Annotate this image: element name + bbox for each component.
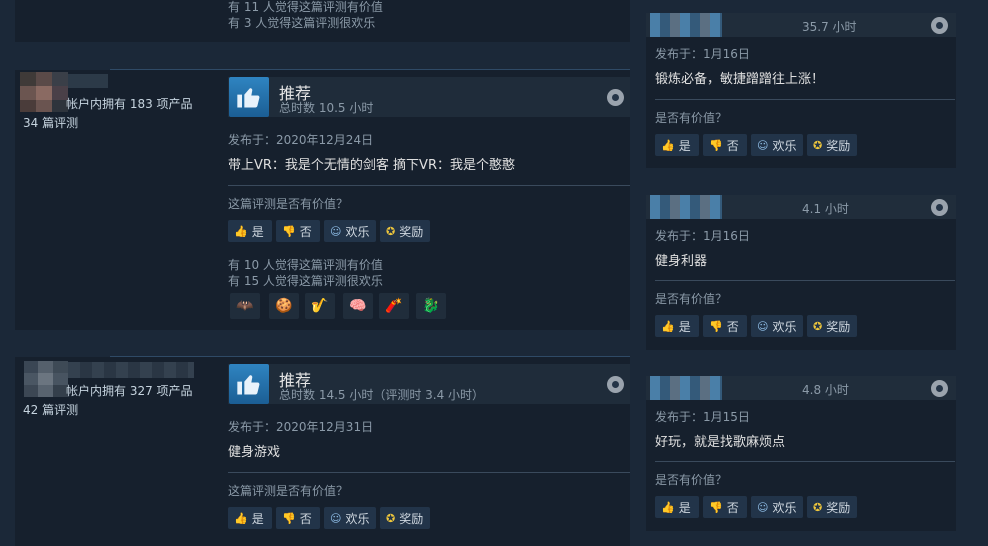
award-button[interactable]: ✪ 奖励 [807, 496, 857, 518]
vote-funny-button[interactable]: ☺ 欢乐 [324, 507, 376, 529]
award-icon: ✪ [813, 500, 823, 514]
received-award-icon[interactable]: 🧠 [343, 293, 373, 319]
thumbs-down-icon: 👎 [282, 511, 296, 525]
review-text: 好玩，就是找歌麻烦点 [655, 435, 786, 450]
received-award-icon[interactable]: 🐉 [416, 293, 446, 319]
funny-count: 有 15 人觉得这篇评测很欢乐 [228, 274, 383, 288]
vote-yes-button[interactable]: 👍 是 [655, 315, 699, 337]
playtime: 总时数 10.5 小时 [279, 101, 374, 115]
helpful-question: 是否有价值？ [655, 473, 728, 487]
author-name-blurred[interactable] [68, 74, 108, 88]
smile-icon: ☺ [757, 500, 769, 514]
vote-no-button[interactable]: 👎 否 [703, 315, 747, 337]
vote-no-button[interactable]: 👎 否 [703, 496, 747, 518]
review-text: 健身利器 [655, 254, 708, 269]
vote-no-button[interactable]: 👎 否 [276, 507, 320, 529]
vote-yes-button[interactable]: 👍 是 [655, 496, 699, 518]
review-card-2-top-line [110, 356, 630, 357]
smile-icon: ☺ [757, 138, 769, 152]
steam-icon [607, 376, 624, 393]
thumbs-up-icon: 👍 [661, 500, 675, 514]
playtime: 总时数 14.5 小时（评测时 3.4 小时） [279, 388, 485, 402]
thumbs-up-icon: 👍 [661, 319, 675, 333]
thumbs-down-icon: 👎 [709, 500, 723, 514]
award-icon: ✪ [386, 224, 396, 238]
side-review-playtime: 4.8 小时 [802, 383, 849, 397]
thumbs-down-icon: 👎 [709, 319, 723, 333]
thumbs-down-icon: 👎 [282, 224, 296, 238]
award-icon: ✪ [813, 138, 823, 152]
thumbs-up-icon: 👍 [234, 511, 248, 525]
received-award-icon[interactable]: 🧨 [379, 293, 409, 319]
helpful-count: 有 10 人觉得这篇评测有价值 [228, 258, 383, 272]
thumbs-up-icon [229, 77, 269, 117]
received-award-icon[interactable]: 🎷 [305, 293, 335, 319]
steam-icon [931, 199, 948, 216]
author-name-blurred[interactable] [68, 362, 194, 378]
review-text: 健身游戏 [228, 445, 281, 460]
vote-funny-button[interactable]: ☺ 欢乐 [751, 496, 803, 518]
smile-icon: ☺ [330, 511, 342, 525]
review-text: 带上VR：我是个无情的剑客 摘下VR：我是个憨憨 [228, 158, 515, 173]
helpful-question: 是否有价值？ [655, 111, 728, 125]
award-button[interactable]: ✪ 奖励 [380, 507, 430, 529]
award-icon: ✪ [386, 511, 396, 525]
posted-date: 发布于：2020年12月24日 [228, 133, 374, 147]
posted-date: 发布于：1月16日 [655, 229, 750, 243]
author-reviews[interactable]: 42 篇评测 [23, 401, 78, 418]
divider [655, 461, 955, 462]
posted-date: 发布于：2020年12月31日 [228, 420, 374, 434]
vote-funny-button[interactable]: ☺ 欢乐 [324, 220, 376, 242]
vote-no-button[interactable]: 👎 否 [703, 134, 747, 156]
vote-funny-button[interactable]: ☺ 欢乐 [751, 315, 803, 337]
received-award-icon[interactable]: 🦇 [230, 293, 260, 319]
side-review-playtime: 4.1 小时 [802, 202, 849, 216]
divider [228, 472, 630, 473]
helpful-question: 是否有价值？ [655, 292, 728, 306]
award-icon: ✪ [813, 319, 823, 333]
helpful-question: 这篇评测是否有价值？ [228, 197, 349, 211]
thumbs-up-icon: 👍 [234, 224, 248, 238]
author-avatar[interactable] [20, 72, 68, 112]
vote-yes-button[interactable]: 👍 是 [228, 220, 272, 242]
award-button[interactable]: ✪ 奖励 [807, 315, 857, 337]
side-review-playtime: 35.7 小时 [802, 20, 857, 34]
award-button[interactable]: ✪ 奖励 [807, 134, 857, 156]
thumbs-down-icon: 👎 [709, 138, 723, 152]
posted-date: 发布于：1月16日 [655, 47, 750, 61]
author-avatar[interactable] [24, 361, 68, 397]
author-avatar[interactable] [650, 376, 722, 400]
thumbs-up-icon [229, 364, 269, 404]
review-text: 锻炼必备，敏捷蹭蹭往上涨！ [655, 72, 825, 87]
vote-yes-button[interactable]: 👍 是 [228, 507, 272, 529]
vote-funny-button[interactable]: ☺ 欢乐 [751, 134, 803, 156]
vote-no-button[interactable]: 👎 否 [276, 220, 320, 242]
divider [655, 280, 955, 281]
smile-icon: ☺ [330, 224, 342, 238]
steam-icon [931, 17, 948, 34]
divider [228, 185, 630, 186]
funny-count: 有 3 人觉得这篇评测很欢乐 [228, 16, 376, 30]
vote-yes-button[interactable]: 👍 是 [655, 134, 699, 156]
posted-date: 发布于：1月15日 [655, 410, 750, 424]
review-card-1-top-line [110, 69, 630, 70]
helpful-count: 有 11 人觉得这篇评测有价值 [228, 0, 383, 14]
thumbs-up-icon: 👍 [661, 138, 675, 152]
smile-icon: ☺ [757, 319, 769, 333]
award-button[interactable]: ✪ 奖励 [380, 220, 430, 242]
author-avatar[interactable] [650, 195, 722, 219]
received-award-icon[interactable]: 🍪 [269, 293, 299, 319]
author-products: 帐户内拥有 327 项产品 [66, 384, 193, 398]
steam-icon [607, 89, 624, 106]
steam-icon [931, 380, 948, 397]
author-avatar[interactable] [650, 13, 722, 37]
helpful-question: 这篇评测是否有价值？ [228, 484, 349, 498]
divider [655, 99, 955, 100]
author-reviews[interactable]: 34 篇评测 [23, 114, 78, 131]
author-products: 帐户内拥有 183 项产品 [66, 97, 193, 111]
